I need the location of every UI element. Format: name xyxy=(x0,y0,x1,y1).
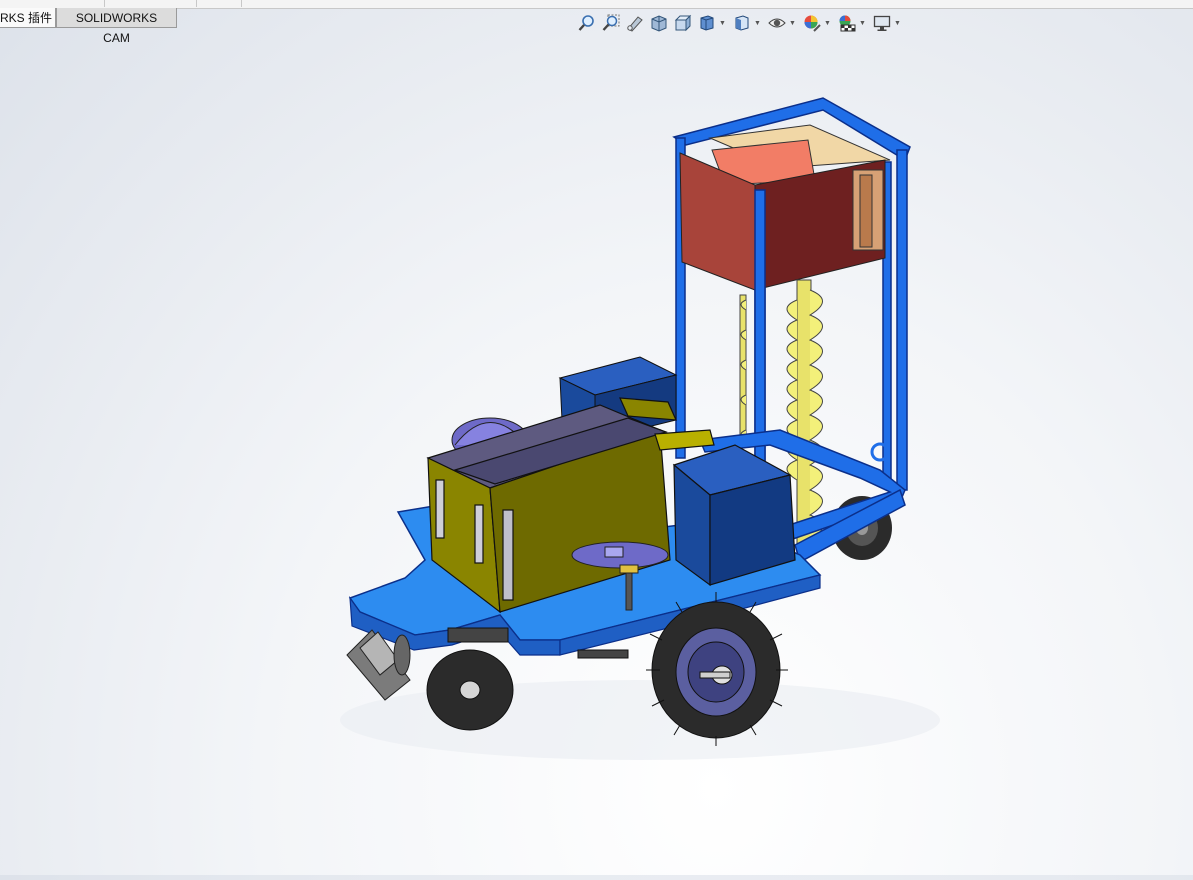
chevron-down-icon: ▼ xyxy=(894,19,901,27)
tab-solidworks-cam[interactable]: SOLIDWORKS CAM xyxy=(56,8,177,45)
menu-separator xyxy=(196,0,197,7)
menu-strip-edge xyxy=(0,0,1193,9)
menu-separator xyxy=(241,0,242,7)
front-seed-hopper[interactable] xyxy=(672,444,796,587)
chevron-down-icon: ▼ xyxy=(859,19,866,27)
chevron-down-icon: ▼ xyxy=(824,19,831,27)
tab-rks-plugin[interactable]: RKS 插件 xyxy=(0,8,56,28)
front-coulter[interactable] xyxy=(346,629,411,701)
graphics-area[interactable] xyxy=(0,30,1193,875)
menu-separator xyxy=(104,0,105,7)
seeding-cart-3d-model[interactable] xyxy=(0,30,1193,875)
chevron-down-icon: ▼ xyxy=(789,19,796,27)
front-disc-wheel[interactable] xyxy=(426,649,514,731)
command-manager-tabs: RKS 插件 SOLIDWORKS CAM xyxy=(0,8,177,45)
chevron-down-icon: ▼ xyxy=(754,19,761,27)
upper-hopper-box[interactable] xyxy=(679,124,891,291)
chevron-down-icon: ▼ xyxy=(719,19,726,27)
